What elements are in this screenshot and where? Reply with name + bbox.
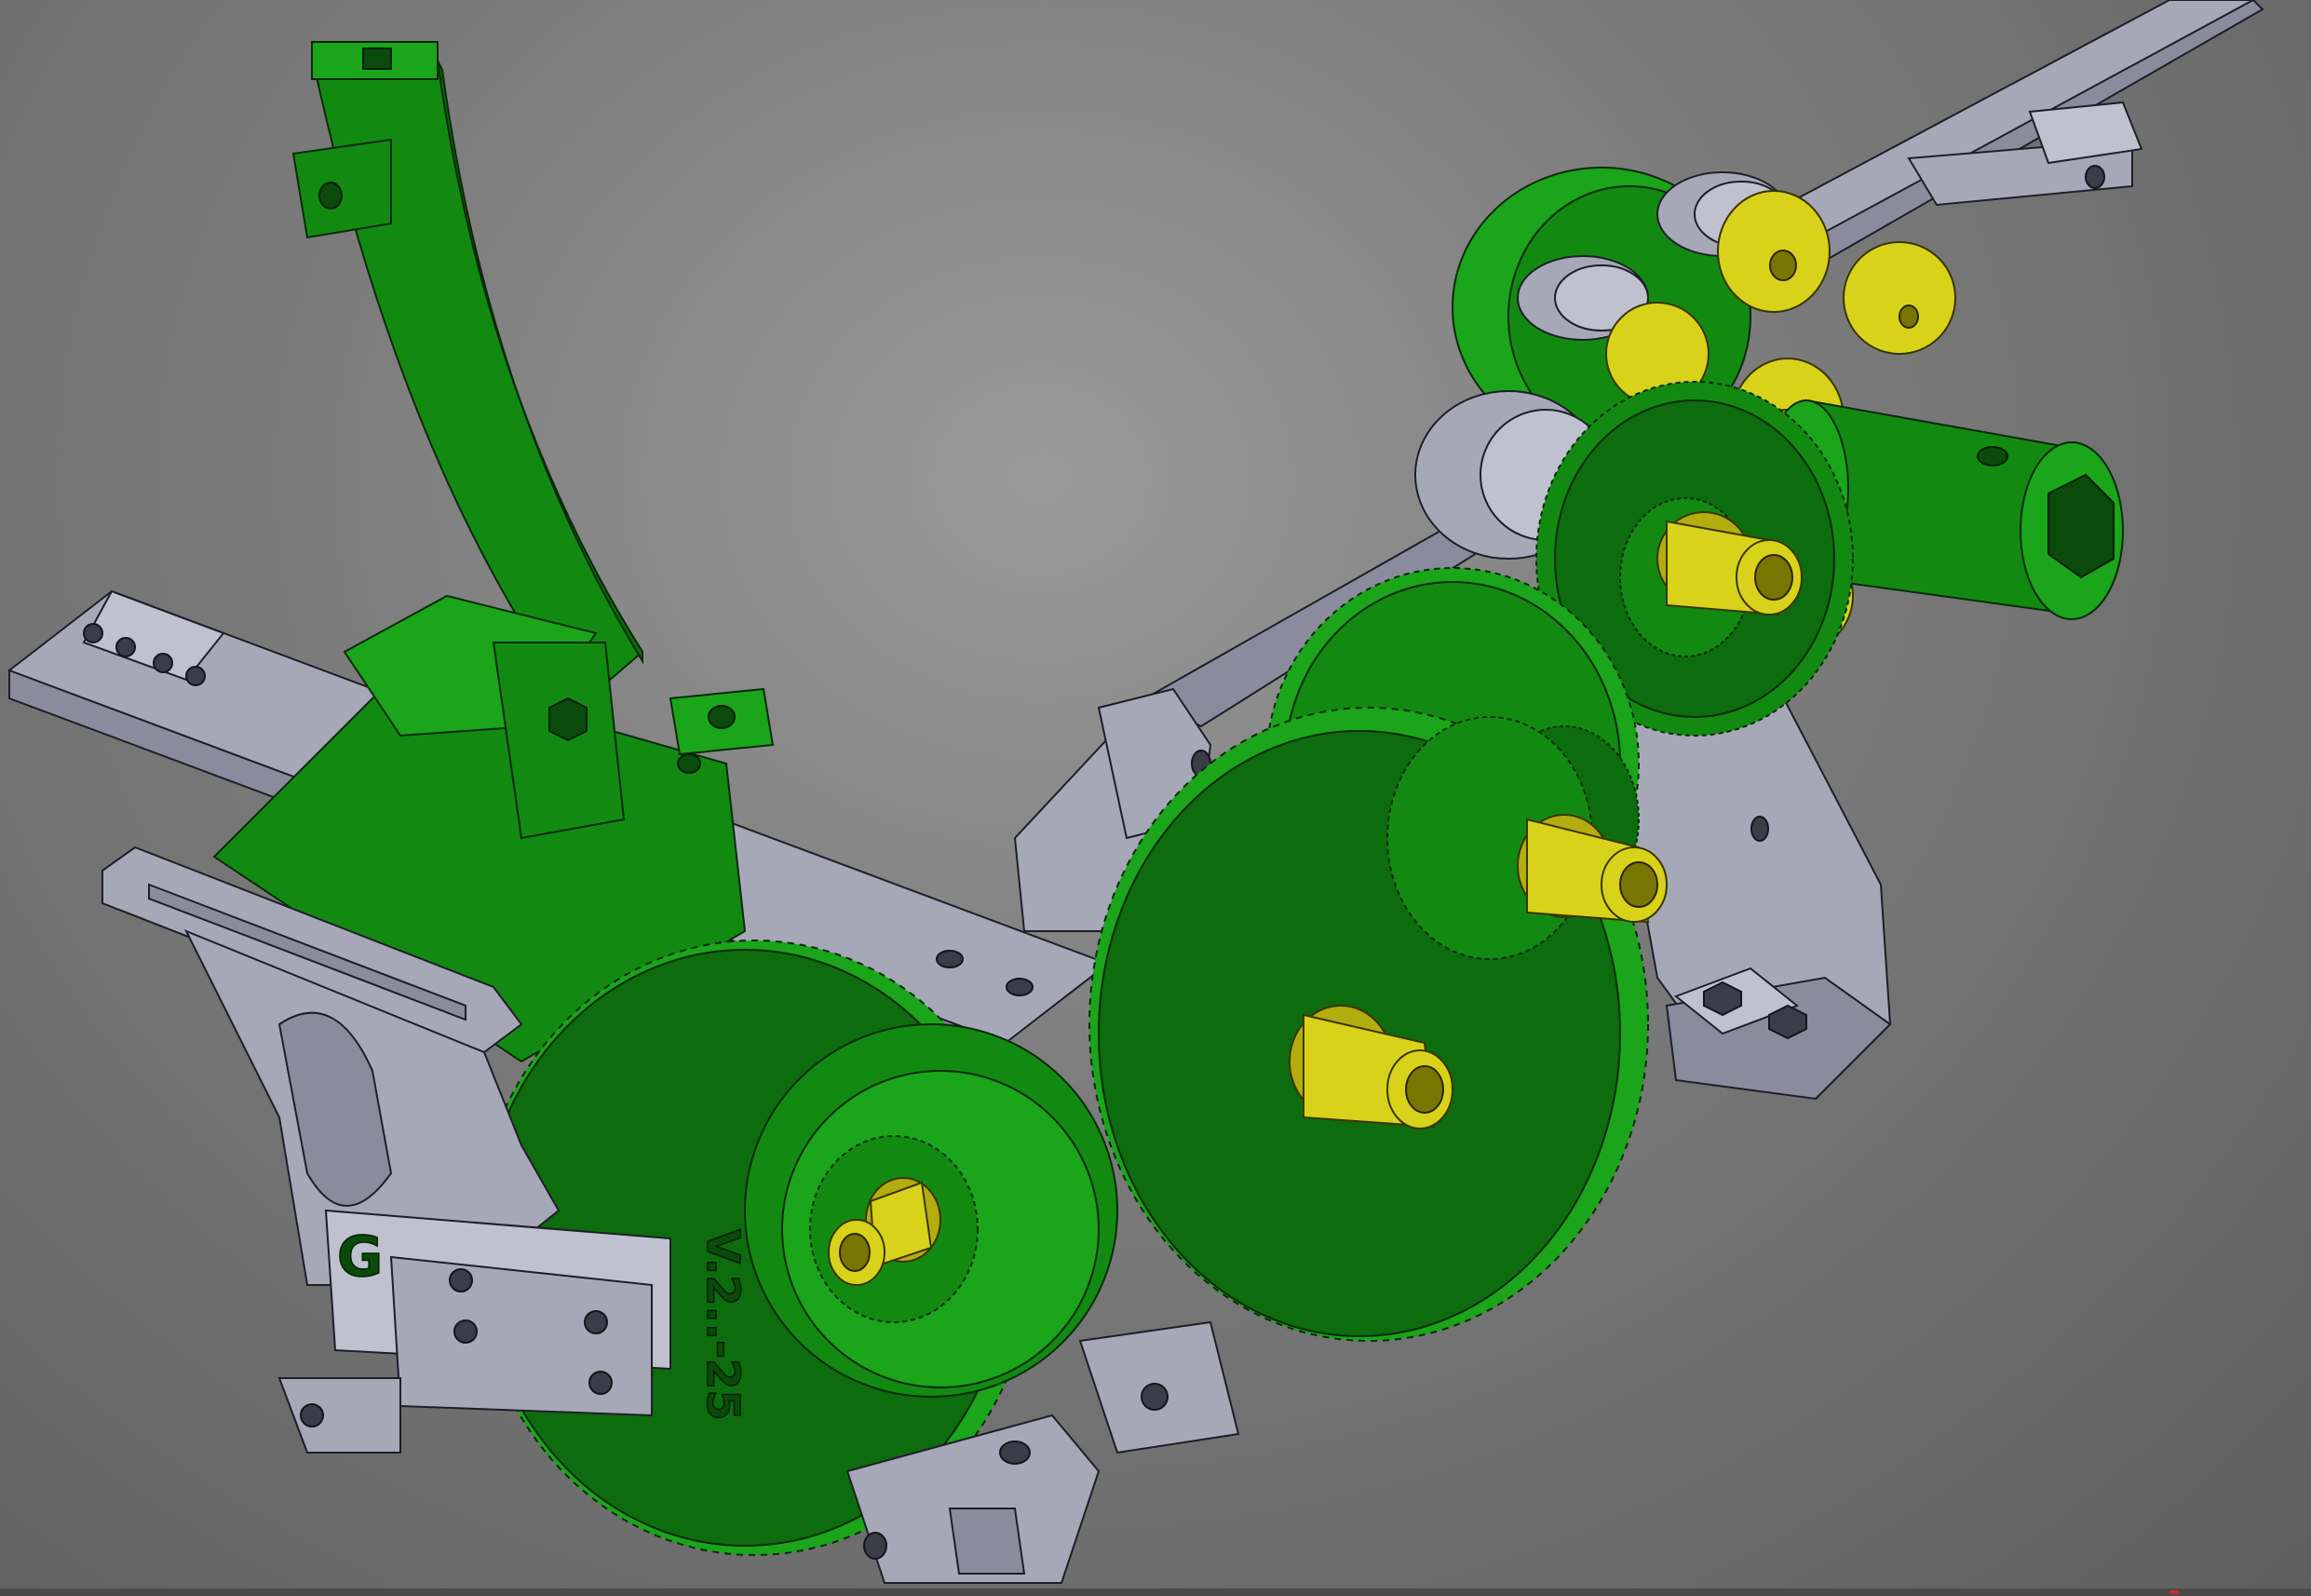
3d-viewport[interactable]: V.2..-25 G <box>0 0 2311 1596</box>
cad-model: V.2..-25 G <box>7 0 2264 1584</box>
status-bar <box>0 1589 2311 1596</box>
bracket-engraving: G <box>337 1224 383 1290</box>
upper-right-rail <box>1748 0 2264 263</box>
red-dot-icon <box>2169 1590 2179 1594</box>
version-engraving: V.2..-25 <box>696 1229 749 1421</box>
